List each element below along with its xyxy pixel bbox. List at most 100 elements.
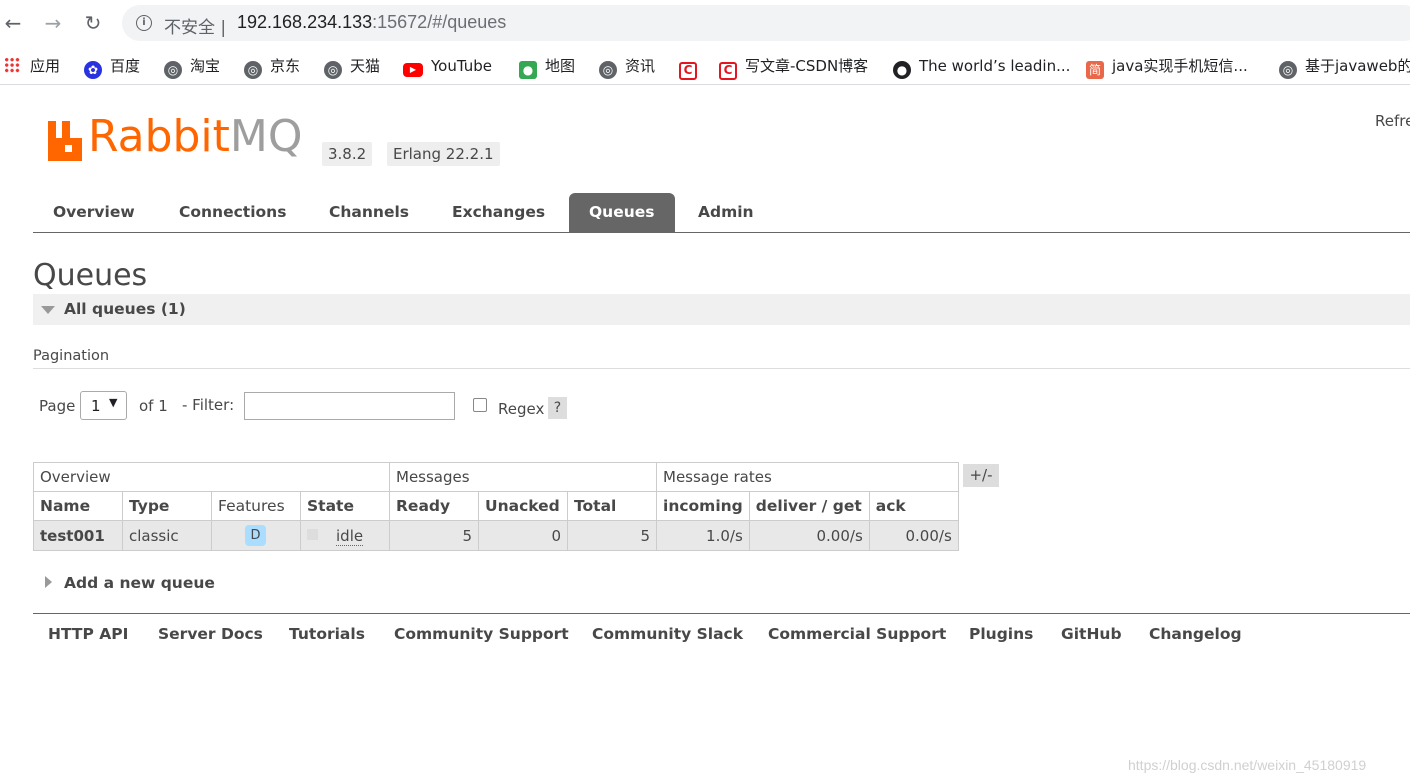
tab-channels[interactable]: Channels — [309, 193, 429, 232]
collapse-triangle-icon — [41, 306, 55, 314]
section-title: All queues (1) — [64, 300, 186, 318]
refresh-label[interactable]: Refre — [1375, 112, 1410, 130]
table-row[interactable]: test001 classic D idle 5 0 5 1.0/s 0.00/… — [33, 520, 959, 551]
group-message-rates: Message rates — [656, 462, 959, 492]
group-messages: Messages — [389, 462, 657, 492]
watermark-text: https://blog.csdn.net/weixin_45180919 — [1128, 757, 1367, 773]
pagination-label: Pagination — [33, 348, 110, 364]
back-arrow-icon[interactable]: ← — [0, 10, 26, 36]
expand-triangle-icon — [45, 576, 52, 588]
github-icon: ● — [893, 61, 911, 79]
browser-toolbar: ← → ↻ i 不安全 | 192.168.234.133:15672/#/qu… — [0, 0, 1410, 47]
page-select-value: 1 — [91, 397, 101, 415]
csdn-icon: C — [679, 62, 697, 80]
tab-connections[interactable]: Connections — [159, 193, 306, 232]
state-indicator-icon — [307, 528, 318, 540]
footer-link-plugins[interactable]: Plugins — [969, 625, 1033, 643]
page-select[interactable]: 1 ▼ — [80, 391, 127, 420]
col-deliver-get[interactable]: deliver / get — [748, 491, 870, 521]
page-count-label: of 1 — [139, 397, 168, 415]
jianshu-icon: 简 — [1086, 61, 1104, 79]
globe-icon: ◎ — [1279, 61, 1297, 79]
group-overview: Overview — [33, 462, 390, 492]
main-tabs: Overview Connections Channels Exchanges … — [33, 193, 1410, 233]
col-state[interactable]: State — [300, 491, 390, 521]
footer-link-github[interactable]: GitHub — [1061, 625, 1122, 643]
bookmark-javaweb[interactable]: ◎ 基于javaweb的 — [1279, 56, 1410, 79]
footer-link-community-support[interactable]: Community Support — [394, 625, 569, 643]
bookmark-apps[interactable]: 应用 — [4, 56, 60, 76]
filter-input[interactable] — [244, 392, 455, 420]
globe-icon: ◎ — [324, 61, 342, 79]
globe-icon: ◎ — [599, 61, 617, 79]
bookmark-tmall[interactable]: ◎ 天猫 — [324, 56, 380, 79]
footer-link-changelog[interactable]: Changelog — [1149, 625, 1242, 643]
page-title: Queues — [33, 258, 148, 293]
globe-icon: ◎ — [164, 61, 182, 79]
erlang-version: Erlang 22.2.1 — [387, 142, 500, 166]
queue-type: classic — [122, 520, 212, 551]
pagination-divider — [33, 368, 1410, 369]
col-name[interactable]: Name — [33, 491, 123, 521]
table-group-header-row: Overview Messages Message rates — [33, 462, 959, 492]
maps-icon: ● — [519, 61, 537, 79]
tab-admin[interactable]: Admin — [678, 193, 774, 232]
tab-queues[interactable]: Queues — [569, 193, 675, 233]
url-text[interactable]: 192.168.234.133:15672/#/queues — [237, 12, 506, 33]
footer-link-http-api[interactable]: HTTP API — [48, 625, 128, 643]
queue-ready: 5 — [389, 520, 479, 551]
all-queues-section-header[interactable]: All queues (1) — [33, 294, 1410, 325]
rate-deliver-get: 0.00/s — [748, 520, 870, 551]
filter-label: - Filter: — [182, 396, 235, 414]
queue-features: D — [211, 520, 301, 551]
info-icon[interactable]: i — [136, 15, 152, 31]
tab-exchanges[interactable]: Exchanges — [432, 193, 565, 232]
col-ready[interactable]: Ready — [389, 491, 479, 521]
security-label: 不安全 | — [164, 18, 227, 38]
queues-table: Overview Messages Message rates Name Typ… — [33, 462, 959, 551]
bookmark-baidu[interactable]: ✿ 百度 — [84, 56, 140, 79]
queue-name-link[interactable]: test001 — [33, 520, 123, 551]
reload-icon[interactable]: ↻ — [80, 10, 106, 36]
table-header-row: Name Type Features State Ready Unacked T… — [33, 491, 959, 521]
col-features[interactable]: Features — [211, 491, 301, 521]
col-ack[interactable]: ack — [868, 491, 959, 521]
bookmark-taobao[interactable]: ◎ 淘宝 — [164, 56, 220, 79]
regex-checkbox[interactable] — [473, 398, 487, 412]
col-total[interactable]: Total — [567, 491, 657, 521]
toggle-columns-button[interactable]: +/- — [963, 464, 999, 487]
bookmark-youtube[interactable]: ▶ YouTube — [403, 56, 492, 77]
rabbitmq-version: 3.8.2 — [322, 142, 373, 166]
queue-state: idle — [300, 520, 390, 551]
footer-link-commercial-support[interactable]: Commercial Support — [768, 625, 946, 643]
rate-ack: 0.00/s — [868, 520, 959, 551]
globe-icon: ◎ — [244, 61, 262, 79]
apps-icon — [4, 57, 20, 73]
footer-link-tutorials[interactable]: Tutorials — [289, 625, 365, 643]
csdn-icon: C — [719, 62, 737, 80]
footer-link-community-slack[interactable]: Community Slack — [592, 625, 743, 643]
forward-arrow-icon[interactable]: → — [40, 10, 66, 36]
page-label: Page — [39, 397, 76, 415]
address-bar[interactable]: i 不安全 | 192.168.234.133:15672/#/queues — [122, 5, 1410, 41]
rabbitmq-logo-icon — [48, 121, 82, 161]
bookmark-csdn[interactable]: C — [679, 56, 705, 80]
bookmark-jianshu[interactable]: 简 java实现手机短信... — [1086, 56, 1248, 79]
bookmark-news[interactable]: ◎ 资讯 — [599, 56, 655, 79]
chevron-down-icon: ▼ — [109, 396, 118, 409]
regex-help-button[interactable]: ? — [548, 397, 567, 419]
bookmark-csdn-write[interactable]: C 写文章-CSDN博客 — [719, 56, 868, 80]
col-incoming[interactable]: incoming — [656, 491, 750, 521]
bookmark-jd[interactable]: ◎ 京东 — [244, 56, 300, 79]
bookmark-github[interactable]: ● The world’s leadin... — [893, 56, 1070, 79]
footer-divider — [33, 613, 1410, 614]
footer-link-server-docs[interactable]: Server Docs — [158, 625, 263, 643]
regex-label: Regex — [498, 400, 545, 418]
col-type[interactable]: Type — [122, 491, 212, 521]
queue-total: 5 — [567, 520, 657, 551]
baidu-icon: ✿ — [84, 61, 102, 79]
tab-overview[interactable]: Overview — [33, 193, 155, 232]
col-unacked[interactable]: Unacked — [478, 491, 568, 521]
bookmark-maps[interactable]: ● 地图 — [519, 56, 575, 79]
add-queue-label: Add a new queue — [64, 574, 215, 592]
